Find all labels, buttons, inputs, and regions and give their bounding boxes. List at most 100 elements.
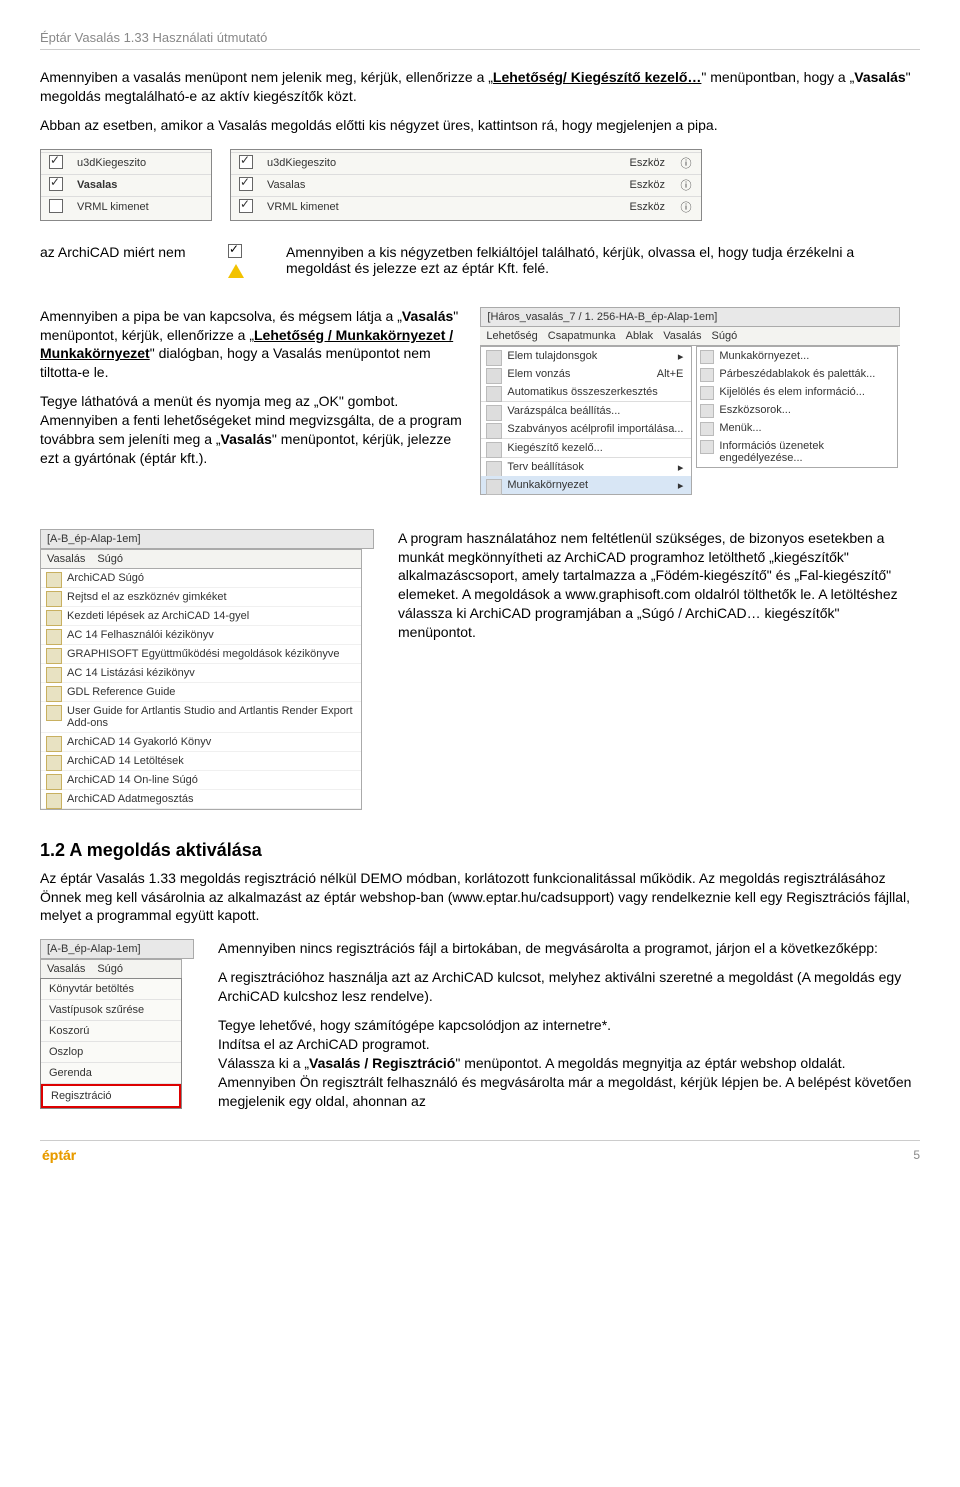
submenu-item[interactable]: Munkakörnyezet... xyxy=(697,347,897,365)
help-item[interactable]: ArchiCAD 14 Gyakorló Könyv xyxy=(41,733,361,752)
menu-item[interactable]: Elem tulajdonsgok▸ xyxy=(481,347,691,365)
help-item[interactable]: AC 14 Listázási kézikönyv xyxy=(41,664,361,683)
help-item[interactable]: Kezdeti lépések az ArchiCAD 14-gyel xyxy=(41,607,361,626)
warn-right: Amennyiben a kis négyzetben felkiáltójel… xyxy=(286,244,920,276)
checkbox-icon[interactable] xyxy=(239,177,253,191)
logo: éptár xyxy=(40,1147,76,1163)
generic-icon xyxy=(700,422,714,436)
reg-item[interactable]: Gerenda xyxy=(41,1063,181,1084)
tab-team[interactable]: Csapatmunka xyxy=(548,330,616,342)
submenu-item[interactable]: Információs üzenetek engedélyezése... xyxy=(697,437,897,467)
t: Munkakörnyezet... xyxy=(719,350,809,362)
addon-wide-table: u3dKiegeszitoEszközⓘ VasalasEszközⓘ VRML… xyxy=(230,149,702,224)
menubar-help[interactable]: Vasalás Súgó xyxy=(40,549,362,568)
addon-small-table: u3dKiegeszito Vasalas VRML kimenet xyxy=(40,149,212,224)
help-item[interactable]: ArchiCAD 14 On-line Súgó xyxy=(41,771,361,790)
t: ArchiCAD Adatmegosztás xyxy=(67,793,194,805)
t: Automatikus összeszerkesztés xyxy=(507,386,657,398)
generic-icon xyxy=(486,479,502,495)
doc-icon xyxy=(46,572,62,588)
cell: VRML kimenet xyxy=(261,196,523,218)
submenu-item[interactable]: Eszközsorok... xyxy=(697,401,897,419)
tab-window[interactable]: Ablak xyxy=(626,330,654,342)
checkbox-icon[interactable] xyxy=(49,199,63,213)
reg-menu[interactable]: Könyvtár betöltés Vastípusok szűrése Kos… xyxy=(40,978,182,1109)
t: Elem tulajdonsgok xyxy=(507,350,597,362)
reg-p4: Indítsa el az ArchiCAD programot. xyxy=(218,1035,920,1054)
help-item[interactable]: Rejtsd el az eszköznév gimkéket xyxy=(41,588,361,607)
t: ArchiCAD 14 Gyakorló Könyv xyxy=(67,736,211,748)
table-row: u3dKiegeszitoEszközⓘ xyxy=(231,152,701,174)
table-row: VRML kimenetEszközⓘ xyxy=(231,196,701,218)
doc-icon xyxy=(46,667,62,683)
checkbox-icon[interactable] xyxy=(239,155,253,169)
generic-icon xyxy=(486,423,502,439)
help-menu[interactable]: ArchiCAD Súgó Rejtsd el az eszköznév gim… xyxy=(40,568,362,810)
shortcut: Alt+E xyxy=(657,368,684,380)
generic-icon xyxy=(486,442,502,458)
help-item[interactable]: ArchiCAD Súgó xyxy=(41,569,361,588)
generic-icon xyxy=(700,404,714,418)
checkbox-icon xyxy=(228,244,242,258)
warning-icon xyxy=(228,264,244,278)
help-para: A program használatához nem feltétlenül … xyxy=(398,529,920,642)
checkbox-icon[interactable] xyxy=(49,177,63,191)
menu-item[interactable]: Munkakörnyezet▸ xyxy=(481,476,691,494)
page-number: 5 xyxy=(913,1148,920,1162)
tab-vasalas[interactable]: Vasalás xyxy=(47,553,85,565)
menu-item[interactable]: Automatikus összeszerkesztés xyxy=(481,383,691,402)
reg-item[interactable]: Koszorú xyxy=(41,1021,181,1042)
options-menu[interactable]: Elem tulajdonsgok▸ Elem vonzásAlt+E Auto… xyxy=(480,346,692,495)
checkbox-icon[interactable] xyxy=(239,199,253,213)
menubar-reg[interactable]: Vasalás Súgó xyxy=(40,959,182,978)
reg-p3: Tegye lehetővé, hogy számítógépe kapcsol… xyxy=(218,1016,920,1035)
menu-item[interactable]: Varázspálca beállítás... xyxy=(481,402,691,420)
t: Amennyiben a vasalás menüpont nem jeleni… xyxy=(40,69,493,85)
t: AC 14 Felhasználói kézikönyv xyxy=(67,629,214,641)
submenu-item[interactable]: Menük... xyxy=(697,419,897,437)
reg-item-selected[interactable]: Regisztráció xyxy=(41,1084,181,1108)
t: User Guide for Artlantis Studio and Artl… xyxy=(67,705,353,729)
intro-p2: Abban az esetben, amikor a Vasalás megol… xyxy=(40,116,920,135)
cell: Vasalas xyxy=(71,174,211,196)
t: ArchiCAD 14 Letöltések xyxy=(67,755,184,767)
help-item[interactable]: GRAPHISOFT Együttműködési megoldások kéz… xyxy=(41,645,361,664)
help-item[interactable]: User Guide for Artlantis Studio and Artl… xyxy=(41,702,361,733)
submenu-item[interactable]: Kijelölés és elem információ... xyxy=(697,383,897,401)
generic-icon xyxy=(700,368,714,382)
doc-icon xyxy=(46,686,62,702)
t: Rejtsd el az eszköznév gimkéket xyxy=(67,591,227,603)
reg-item[interactable]: Könyvtár betöltés xyxy=(41,979,181,1000)
help-item[interactable]: ArchiCAD 14 Letöltések xyxy=(41,752,361,771)
help-item[interactable]: AC 14 Felhasználói kézikönyv xyxy=(41,626,361,645)
t: ArchiCAD 14 On-line Súgó xyxy=(67,774,198,786)
menu-item[interactable]: Terv beállítások▸ xyxy=(481,458,691,476)
cell: Eszköz xyxy=(523,152,671,174)
tab-help[interactable]: Súgó xyxy=(97,553,123,565)
menu-item[interactable]: Szabványos acélprofil importálása... xyxy=(481,420,691,439)
submenu-item[interactable]: Párbeszédablakok és paletták... xyxy=(697,365,897,383)
window-title: [Háros_vasalás_7 / 1. 256-HA-B_ép-Alap-1… xyxy=(480,307,900,327)
tab-help[interactable]: Súgó xyxy=(712,330,738,342)
t: Menük... xyxy=(719,422,761,434)
checkbox-icon[interactable] xyxy=(49,155,63,169)
page-footer: éptár 5 xyxy=(40,1140,920,1163)
tab-help[interactable]: Súgó xyxy=(97,963,123,975)
pipa-p1: Amennyiben a pipa be van kapcsolva, és m… xyxy=(40,307,462,383)
tab-vasalas[interactable]: Vasalás xyxy=(663,330,701,342)
help-item[interactable]: GDL Reference Guide xyxy=(41,683,361,702)
workspace-submenu[interactable]: Munkakörnyezet... Párbeszédablakok és pa… xyxy=(696,346,898,468)
section-1-2-p1: Az éptár Vasalás 1.33 megoldás regisztrá… xyxy=(40,869,920,926)
reg-item[interactable]: Vastípusok szűrése xyxy=(41,1000,181,1021)
generic-icon xyxy=(700,440,714,454)
tab-vasalas[interactable]: Vasalás xyxy=(47,963,85,975)
menu-item[interactable]: Kiegészítő kezelő... xyxy=(481,439,691,458)
menu-item[interactable]: Elem vonzásAlt+E xyxy=(481,365,691,383)
t: Kiegészítő kezelő... xyxy=(507,442,602,454)
menubar[interactable]: Lehetőség Csapatmunka Ablak Vasalás Súgó xyxy=(480,327,900,346)
help-item[interactable]: ArchiCAD Adatmegosztás xyxy=(41,790,361,809)
t: " menüpontban, hogy a „ xyxy=(701,69,854,85)
reg-item[interactable]: Oszlop xyxy=(41,1042,181,1063)
cell: Eszköz xyxy=(523,174,671,196)
tab-options[interactable]: Lehetőség xyxy=(486,330,537,342)
